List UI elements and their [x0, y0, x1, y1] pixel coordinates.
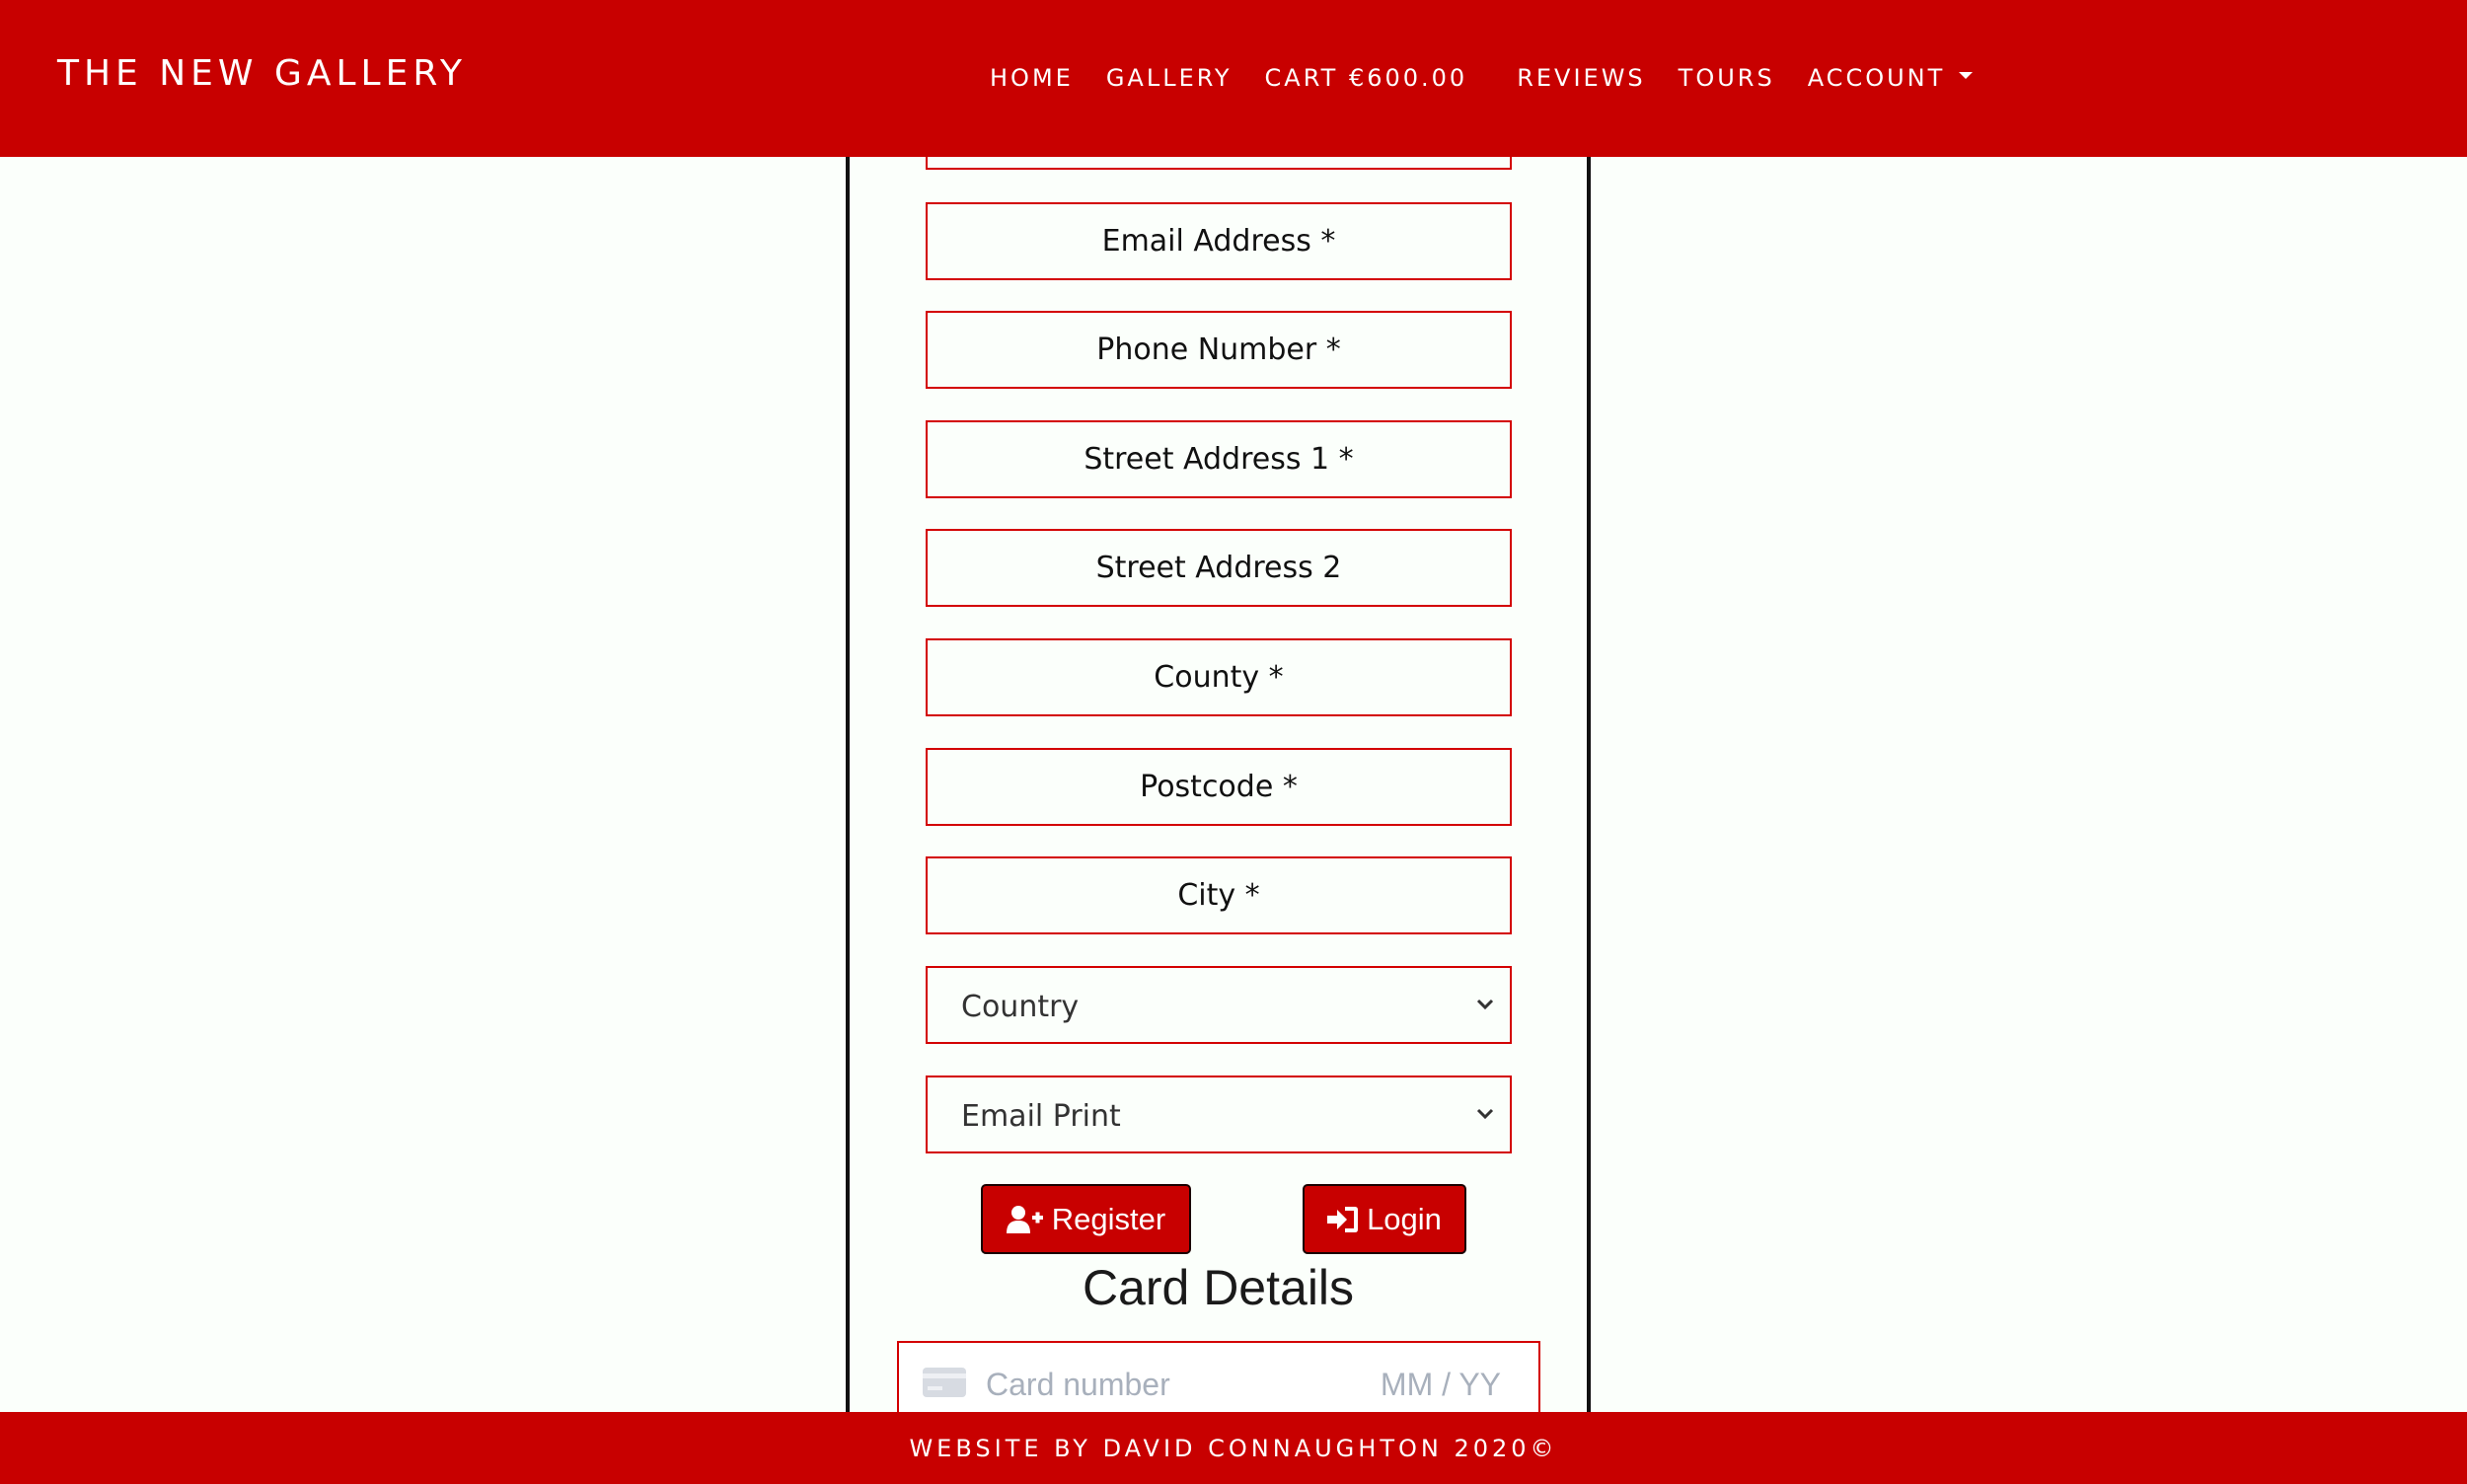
city-field[interactable]: City * [926, 856, 1512, 934]
postcode-field[interactable]: Postcode * [926, 748, 1512, 826]
email-print-select[interactable]: Email Print [926, 1076, 1512, 1153]
footer-text: WEBSITE BY DAVID CONNAUGHTON 2020© [909, 1434, 1558, 1462]
country-select[interactable]: Country [926, 966, 1512, 1044]
chevron-down-icon [1476, 999, 1494, 1010]
footer: WEBSITE BY DAVID CONNAUGHTON 2020© [0, 1412, 2467, 1484]
street-address-1-field[interactable]: Street Address 1 * [926, 420, 1512, 498]
caret-down-icon [1959, 71, 1974, 79]
phone-field[interactable]: Phone Number * [926, 311, 1512, 389]
county-field[interactable]: County * [926, 638, 1512, 716]
nav-account-label: ACCOUNT [1807, 64, 1946, 92]
country-select-value: Country [961, 990, 1080, 1024]
nav-links: HOME GALLERY CART €600.00 REVIEWS TOURS … [990, 61, 2005, 95]
card-details-heading: Card Details [1082, 1260, 1355, 1315]
login-label: Login [1367, 1201, 1442, 1236]
credit-card-icon [923, 1368, 966, 1397]
navbar: THE NEW GALLERY HOME GALLERY CART €600.0… [0, 0, 2467, 157]
nav-cart[interactable]: CART €600.00 [1265, 64, 1468, 92]
nav-tours[interactable]: TOURS [1679, 64, 1775, 92]
user-plus-icon [1006, 1205, 1043, 1233]
login-button[interactable]: Login [1303, 1184, 1466, 1254]
register-label: Register [1051, 1201, 1166, 1236]
chevron-down-icon [1476, 1108, 1494, 1120]
card-expiry-placeholder[interactable]: MM / YY [1381, 1367, 1501, 1403]
nav-gallery[interactable]: GALLERY [1106, 64, 1233, 92]
card-number-placeholder[interactable]: Card number [986, 1367, 1170, 1403]
street-address-2-field[interactable]: Street Address 2 [926, 529, 1512, 607]
sign-in-icon [1327, 1206, 1359, 1232]
email-print-select-value: Email Print [961, 1099, 1121, 1134]
email-field[interactable]: Email Address * [926, 202, 1512, 280]
brand-logo[interactable]: THE NEW GALLERY [57, 53, 467, 94]
nav-reviews[interactable]: REVIEWS [1517, 64, 1645, 92]
register-button[interactable]: Register [981, 1184, 1191, 1254]
nav-account-dropdown[interactable]: ACCOUNT [1808, 64, 1974, 92]
nav-home[interactable]: HOME [990, 64, 1074, 92]
